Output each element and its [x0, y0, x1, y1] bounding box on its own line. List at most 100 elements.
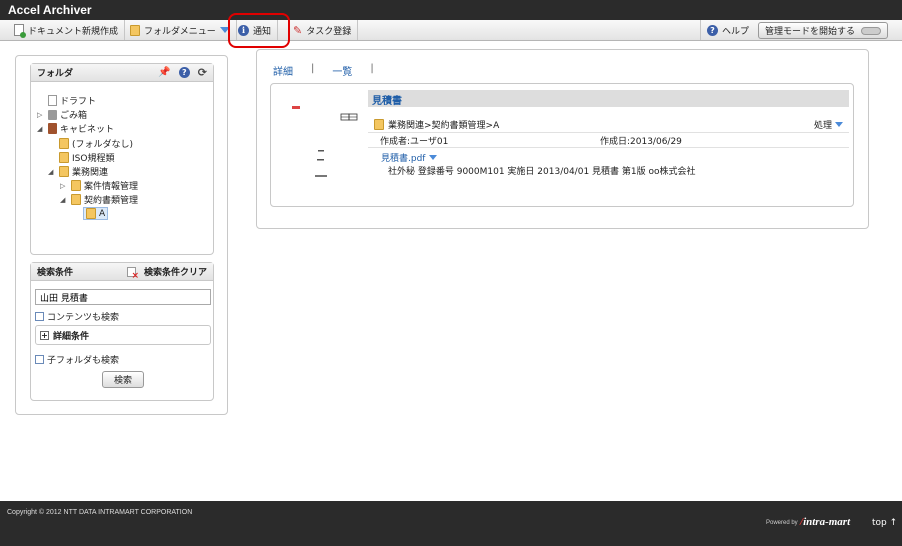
tree-item-label: 案件情報管理 — [84, 182, 139, 192]
task-register-label: タスク登録 — [306, 26, 352, 37]
search-input[interactable] — [35, 289, 211, 305]
folder-menu-button[interactable]: フォルダメニュー — [124, 20, 237, 40]
detail-conditions-label: 詳細条件 — [53, 331, 90, 342]
chevron-down-icon — [835, 122, 843, 127]
help-label: ヘルプ — [722, 26, 750, 37]
folder-icon — [71, 194, 81, 205]
copyright-text: Copyright © 2012 NTT DATA INTRAMART CORP… — [7, 509, 193, 516]
process-menu[interactable]: 処理 — [814, 118, 843, 131]
plus-icon: + — [40, 330, 49, 340]
main-toolbar: ドキュメント新規作成 フォルダメニュー i 通知 ✎ タスク登録 ? ヘルプ 管… — [0, 20, 902, 41]
folder-icon — [374, 119, 384, 130]
search-panel-header: 検索条件 検索条件クリア — [31, 263, 213, 281]
folder-icon — [86, 208, 96, 219]
tree-item-label: A — [99, 208, 106, 219]
document-path-label: 業務関連>契約書類管理>A — [388, 121, 500, 131]
expand-icon[interactable]: ▷ — [37, 111, 45, 119]
tab-separator: | — [311, 63, 315, 74]
admin-mode-label: 管理モードを開始する — [764, 27, 855, 37]
left-sidebar: フォルダ 📌 ? ⟳ ドラフト ▷ ごみ箱 ◢ キャビネット (フォルダなし) … — [15, 55, 228, 415]
document-title[interactable]: 見積書 — [368, 90, 849, 107]
clear-search-label: 検索条件クリア — [143, 268, 207, 278]
help-icon: ? — [707, 24, 718, 36]
notification-highlight-annotation — [228, 13, 290, 48]
admin-mode-button[interactable]: 管理モードを開始する — [757, 22, 888, 39]
creator-text: 作成者:ユーザ01 — [380, 136, 449, 147]
pin-icon[interactable]: 📌 — [158, 67, 170, 78]
document-thumbnail[interactable] — [281, 94, 365, 194]
process-label: 処理 — [813, 121, 832, 131]
search-button[interactable]: 検索 — [102, 371, 144, 388]
brand-text: intra-mart — [803, 516, 851, 528]
tree-item-label: 業務関連 — [72, 168, 109, 178]
checkbox-icon — [35, 312, 44, 321]
chevron-down-icon — [429, 155, 438, 160]
file-link[interactable]: 見積書.pdf — [381, 151, 438, 164]
tree-item-label: ISO規程類 — [72, 154, 115, 164]
footer: Copyright © 2012 NTT DATA INTRAMART CORP… — [0, 501, 902, 546]
folder-panel: フォルダ 📌 ? ⟳ ドラフト ▷ ごみ箱 ◢ キャビネット (フォルダなし) … — [30, 63, 214, 255]
tree-item-no-folder[interactable]: (フォルダなし) — [59, 137, 133, 150]
folder-icon — [59, 152, 69, 163]
detail-conditions-toggle[interactable]: + 詳細条件 — [35, 325, 211, 345]
cabinet-icon — [48, 123, 57, 134]
view-tabs: 詳細 | 一覧 | — [273, 63, 392, 78]
tree-item-cabinet[interactable]: ◢ キャビネット — [37, 122, 114, 135]
content-search-label: コンテンツも検索 — [47, 313, 120, 323]
task-pencil-icon: ✎ — [293, 23, 303, 37]
toggle-icon — [861, 26, 881, 35]
tree-item-trash[interactable]: ▷ ごみ箱 — [37, 108, 87, 121]
folder-panel-header: フォルダ 📌 ? ⟳ — [31, 64, 213, 82]
tree-item-label: ドラフト — [60, 97, 97, 107]
top-link[interactable]: top ↑ — [872, 518, 897, 528]
clear-icon — [126, 266, 139, 281]
folder-panel-title: フォルダ — [37, 69, 74, 79]
new-document-label: ドキュメント新規作成 — [28, 26, 119, 37]
collapse-icon[interactable]: ◢ — [60, 196, 68, 204]
app-title: Accel Archiver — [0, 0, 902, 20]
folder-icon — [71, 180, 81, 191]
created-date-text: 作成日:2013/06/29 — [600, 136, 682, 147]
subfolder-search-label: 子フォルダも検索 — [47, 356, 120, 366]
checkbox-icon — [35, 355, 44, 364]
tab-list[interactable]: 一覧 — [332, 63, 370, 78]
folder-icon — [59, 166, 69, 177]
help-icon[interactable]: ? — [178, 67, 190, 78]
tree-item-draft[interactable]: ドラフト — [37, 94, 96, 107]
new-document-button[interactable]: ドキュメント新規作成 — [8, 20, 126, 40]
result-item: 見積書 業務関連>契約書類管理>A 処理 作成者:ユーザ01 作成日:2013/… — [270, 83, 854, 207]
trash-icon — [48, 109, 57, 120]
collapse-icon[interactable]: ◢ — [48, 168, 56, 176]
file-name: 見積書.pdf — [381, 154, 426, 164]
tree-item-label: ごみ箱 — [60, 111, 88, 121]
tree-item-a[interactable]: A — [83, 207, 109, 220]
help-button[interactable]: ? ヘルプ — [700, 20, 755, 40]
draft-icon — [48, 95, 57, 106]
powered-by-text: Powered by — [766, 520, 798, 526]
folder-icon — [59, 138, 69, 149]
tree-item-label: (フォルダなし) — [72, 140, 134, 150]
tab-separator: | — [370, 63, 374, 74]
document-path[interactable]: 業務関連>契約書類管理>A — [374, 118, 499, 131]
collapse-icon[interactable]: ◢ — [37, 125, 45, 133]
search-panel: 検索条件 検索条件クリア コンテンツも検索 + 詳細条件 子フォルダも検索 検索 — [30, 262, 214, 401]
tree-item-case-info[interactable]: ▷ 案件情報管理 — [60, 179, 138, 192]
search-panel-title: 検索条件 — [37, 268, 74, 278]
tree-item-label: 契約書類管理 — [84, 196, 139, 206]
refresh-icon[interactable]: ⟳ — [198, 66, 207, 79]
task-register-button[interactable]: ✎ タスク登録 — [287, 20, 359, 40]
tree-item-contracts[interactable]: ◢ 契約書類管理 — [60, 193, 138, 206]
content-search-checkbox[interactable]: コンテンツも検索 — [35, 310, 119, 323]
tab-detail[interactable]: 詳細 — [273, 63, 311, 78]
brand-logo: /intra-mart — [800, 516, 850, 528]
file-description: 社外秘 登録番号 9000M101 実施日 2013/04/01 見積書 第1版… — [388, 167, 696, 177]
subfolder-search-checkbox[interactable]: 子フォルダも検索 — [35, 353, 119, 366]
tree-item-business[interactable]: ◢ 業務関連 — [48, 165, 108, 178]
expand-icon[interactable]: ▷ — [60, 182, 68, 190]
tree-item-label: キャビネット — [60, 125, 115, 135]
folder-menu-label: フォルダメニュー — [144, 26, 216, 37]
clear-search-button[interactable]: 検索条件クリア — [126, 265, 207, 281]
folder-icon — [130, 24, 140, 36]
new-document-icon — [14, 24, 26, 38]
tree-item-iso[interactable]: ISO規程類 — [59, 151, 114, 164]
